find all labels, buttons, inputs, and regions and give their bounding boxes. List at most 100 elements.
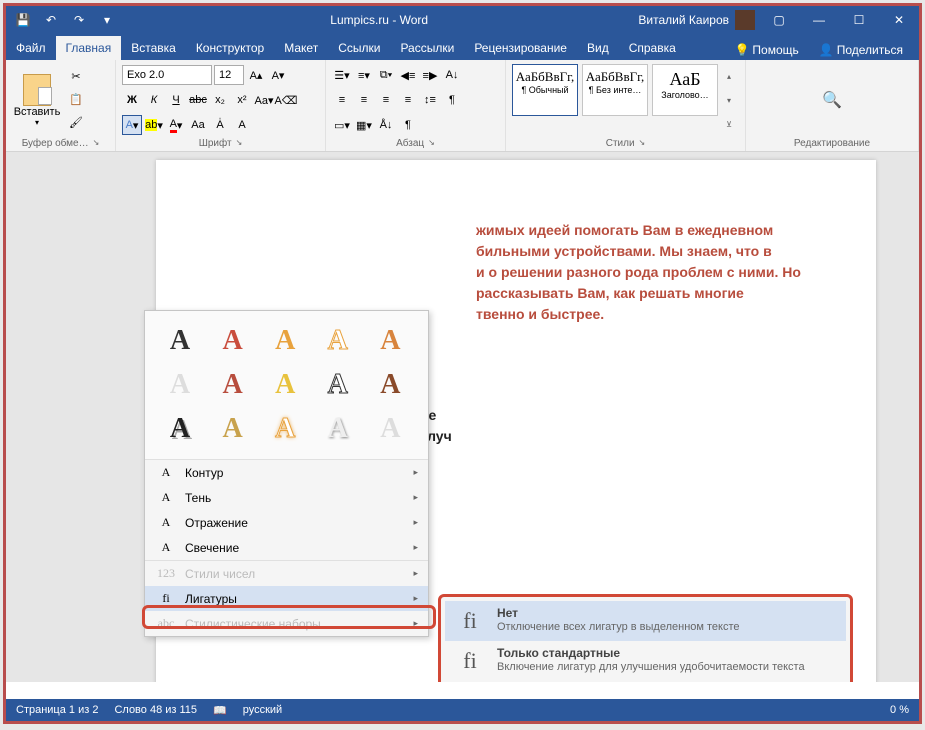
format-painter-icon[interactable]: 🖌 xyxy=(66,112,86,132)
status-proofing-icon[interactable]: 📖 xyxy=(213,704,227,717)
multilevel-button[interactable]: ⧉▾ xyxy=(376,65,396,85)
font-launcher-icon[interactable]: ↘ xyxy=(236,138,243,149)
clipboard-launcher-icon[interactable]: ↘ xyxy=(93,138,100,149)
tab-file[interactable]: Файл xyxy=(6,36,56,60)
align-center-icon[interactable]: ≡ xyxy=(354,90,374,110)
numbering-button[interactable]: ≡▾ xyxy=(354,65,374,85)
shading-button[interactable]: ▭▾ xyxy=(332,115,352,135)
font-size-input[interactable] xyxy=(214,65,244,85)
sort-icon[interactable]: A↓ xyxy=(442,65,462,85)
user-name[interactable]: Виталий Каиров xyxy=(638,13,729,27)
change-case-icon[interactable]: Aa▾ xyxy=(254,90,274,110)
effect-preset[interactable]: A xyxy=(315,365,361,405)
sort-az-icon[interactable]: Å↓ xyxy=(376,115,396,135)
styles-launcher-icon[interactable]: ↘ xyxy=(639,138,646,149)
style-normal[interactable]: АаБбВвГг,¶ Обычный xyxy=(512,64,578,116)
text-reflection-item[interactable]: AОтражение▸ xyxy=(145,510,428,535)
italic-button[interactable]: К xyxy=(144,90,164,110)
effect-preset[interactable]: A xyxy=(367,365,413,405)
underline-button[interactable]: Ч xyxy=(166,90,186,110)
tab-help[interactable]: Справка xyxy=(619,36,686,60)
paragraph-mark-icon[interactable]: ¶ xyxy=(398,115,418,135)
effect-preset[interactable]: A xyxy=(210,409,256,449)
effect-preset[interactable]: A xyxy=(367,321,413,361)
avatar[interactable] xyxy=(735,10,755,30)
tab-home[interactable]: Главная xyxy=(56,36,122,60)
decrease-indent-icon[interactable]: ◀≡ xyxy=(398,65,418,85)
maximize-icon[interactable]: ☐ xyxy=(839,6,879,34)
tell-me-button[interactable]: 💡 Помощь xyxy=(728,40,804,60)
clear-formatting-icon[interactable]: A⌫ xyxy=(276,90,296,110)
undo-icon[interactable]: ↶ xyxy=(38,8,64,32)
effect-preset[interactable]: A xyxy=(315,321,361,361)
redo-icon[interactable]: ↷ xyxy=(66,8,92,32)
status-words[interactable]: Слово 48 из 115 xyxy=(114,704,197,716)
paste-button[interactable]: Вставить ▾ xyxy=(12,64,62,136)
ligature-standard[interactable]: fi Только стандартныеВключение лигатур д… xyxy=(445,641,846,681)
tab-references[interactable]: Ссылки xyxy=(328,36,390,60)
grow-font-alt-icon[interactable]: A xyxy=(232,115,252,135)
enclose-chars-icon[interactable]: A̍ xyxy=(210,115,230,135)
ligature-none[interactable]: fi НетОтключение всех лигатур в выделенн… xyxy=(445,601,846,641)
ligature-contextual[interactable]: +fi Стандартные и контекстныеВключение д… xyxy=(445,681,846,682)
text-shadow-item[interactable]: AТень▸ xyxy=(145,485,428,510)
effect-preset[interactable]: A xyxy=(157,321,203,361)
effect-preset[interactable]: A xyxy=(157,365,203,405)
tab-mailings[interactable]: Рассылки xyxy=(390,36,464,60)
styles-down-icon[interactable]: ▾ xyxy=(722,96,736,105)
align-left-icon[interactable]: ≡ xyxy=(332,90,352,110)
styles-more-icon[interactable]: ⊻ xyxy=(722,120,736,129)
effect-preset[interactable]: A xyxy=(315,409,361,449)
effect-preset[interactable]: A xyxy=(262,409,308,449)
bold-button[interactable]: Ж xyxy=(122,90,142,110)
highlight-button[interactable]: ab▾ xyxy=(144,115,164,135)
text-glow-item[interactable]: AСвечение▸ xyxy=(145,535,428,560)
font-name-input[interactable] xyxy=(122,65,212,85)
bullets-button[interactable]: ☰▾ xyxy=(332,65,352,85)
tab-view[interactable]: Вид xyxy=(577,36,619,60)
find-button[interactable]: 🔍 xyxy=(818,64,846,136)
ribbon-options-icon[interactable]: ▢ xyxy=(759,6,799,34)
subscript-button[interactable]: x₂ xyxy=(210,90,230,110)
effect-preset[interactable]: A xyxy=(367,409,413,449)
copy-icon[interactable]: 📋 xyxy=(66,89,86,109)
align-right-icon[interactable]: ≡ xyxy=(376,90,396,110)
style-no-spacing[interactable]: АаБбВвГг,¶ Без инте… xyxy=(582,64,648,116)
status-page[interactable]: Страница 1 из 2 xyxy=(16,704,98,716)
text-effects-button[interactable]: A▾ xyxy=(122,115,142,135)
styles-up-icon[interactable]: ▴ xyxy=(722,72,736,81)
strikethrough-button[interactable]: abc xyxy=(188,90,208,110)
close-icon[interactable]: ✕ xyxy=(879,6,919,34)
effect-preset[interactable]: A xyxy=(157,409,203,449)
font-color-button[interactable]: A▾ xyxy=(166,115,186,135)
autosave-icon[interactable]: 💾 xyxy=(10,8,36,32)
grow-font-icon[interactable]: A▴ xyxy=(246,65,266,85)
superscript-button[interactable]: x² xyxy=(232,90,252,110)
status-language[interactable]: русский xyxy=(243,704,282,716)
tab-insert[interactable]: Вставка xyxy=(121,36,186,60)
status-zoom[interactable]: 0 % xyxy=(890,704,909,716)
style-heading[interactable]: АаБЗаголово… xyxy=(652,64,718,116)
tab-review[interactable]: Рецензирование xyxy=(464,36,577,60)
effect-preset[interactable]: A xyxy=(210,321,256,361)
share-button[interactable]: 👤 Поделиться xyxy=(813,40,909,60)
qat-customize-icon[interactable]: ▾ xyxy=(94,8,120,32)
effect-preset[interactable]: A xyxy=(262,365,308,405)
cut-icon[interactable]: ✂ xyxy=(66,66,86,86)
effect-preset[interactable]: A xyxy=(210,365,256,405)
tab-layout[interactable]: Макет xyxy=(274,36,328,60)
tab-design[interactable]: Конструктор xyxy=(186,36,274,60)
number-styles-item: 123Стили чисел▸ xyxy=(145,561,428,586)
increase-indent-icon[interactable]: ≡▶ xyxy=(420,65,440,85)
borders-button[interactable]: ▦▾ xyxy=(354,115,374,135)
show-marks-icon[interactable]: ¶ xyxy=(442,90,462,110)
minimize-icon[interactable]: — xyxy=(799,6,839,34)
justify-icon[interactable]: ≡ xyxy=(398,90,418,110)
text-outline-item[interactable]: AКонтур▸ xyxy=(145,460,428,485)
line-spacing-icon[interactable]: ↕≡ xyxy=(420,90,440,110)
effect-preset[interactable]: A xyxy=(262,321,308,361)
paragraph-launcher-icon[interactable]: ↘ xyxy=(428,138,435,149)
ligatures-item[interactable]: fiЛигатуры▸ xyxy=(145,586,428,611)
char-shading-icon[interactable]: Aa xyxy=(188,115,208,135)
shrink-font-icon[interactable]: A▾ xyxy=(268,65,288,85)
